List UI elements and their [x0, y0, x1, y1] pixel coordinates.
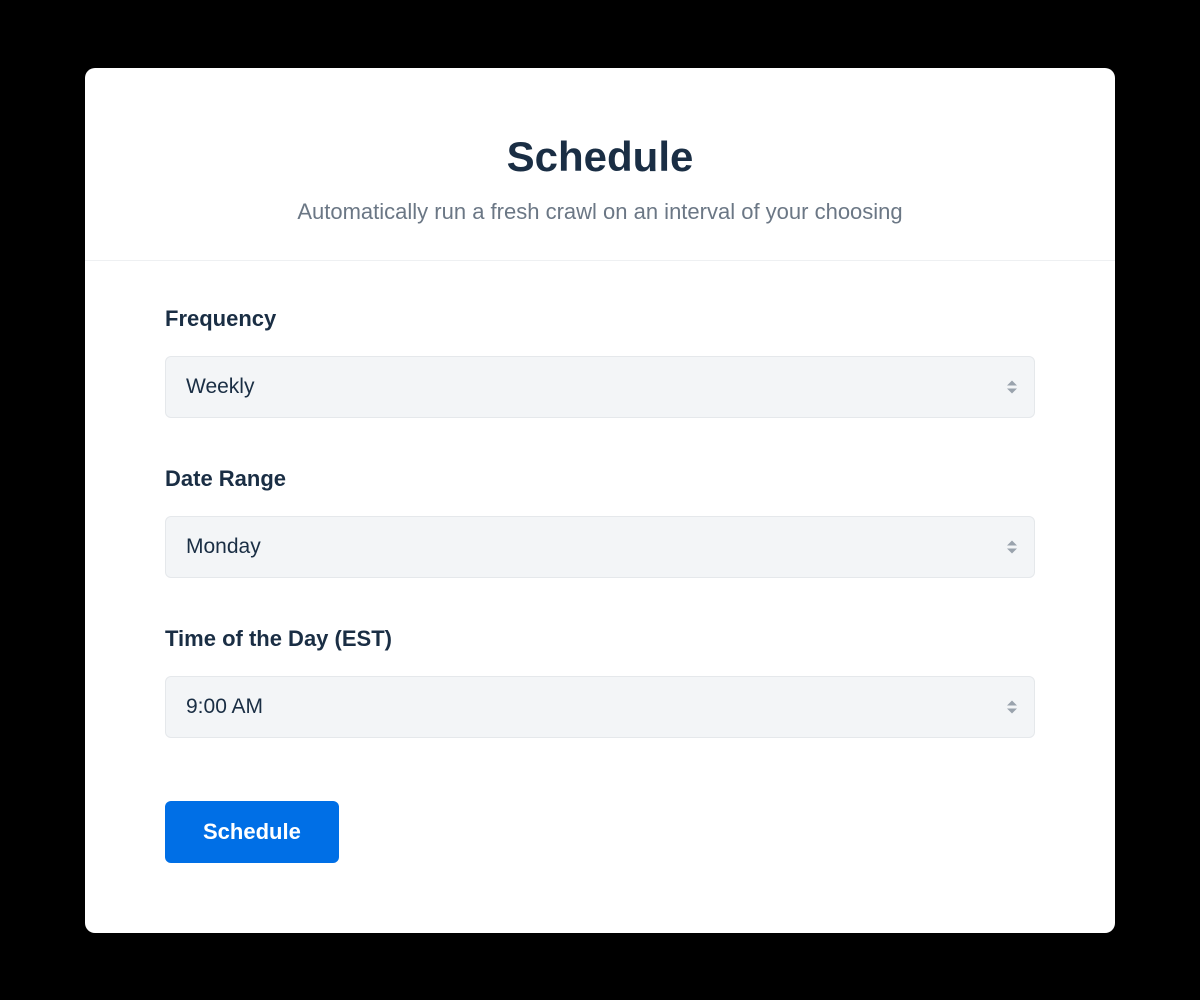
date-range-group: Date Range Monday [165, 466, 1035, 578]
schedule-button[interactable]: Schedule [165, 801, 339, 863]
time-of-day-select[interactable]: 9:00 AM [165, 676, 1035, 738]
frequency-select-value[interactable]: Weekly [165, 356, 1035, 418]
date-range-label: Date Range [165, 466, 1035, 492]
page-title: Schedule [145, 133, 1055, 181]
date-range-select-value[interactable]: Monday [165, 516, 1035, 578]
page-subtitle: Automatically run a fresh crawl on an in… [145, 199, 1055, 225]
frequency-select[interactable]: Weekly [165, 356, 1035, 418]
card-body: Frequency Weekly Date Range Monday Time … [85, 261, 1115, 863]
schedule-card: Schedule Automatically run a fresh crawl… [85, 68, 1115, 933]
date-range-select[interactable]: Monday [165, 516, 1035, 578]
frequency-group: Frequency Weekly [165, 306, 1035, 418]
time-of-day-group: Time of the Day (EST) 9:00 AM [165, 626, 1035, 738]
time-of-day-label: Time of the Day (EST) [165, 626, 1035, 652]
frequency-label: Frequency [165, 306, 1035, 332]
time-of-day-select-value[interactable]: 9:00 AM [165, 676, 1035, 738]
card-header: Schedule Automatically run a fresh crawl… [85, 133, 1115, 261]
